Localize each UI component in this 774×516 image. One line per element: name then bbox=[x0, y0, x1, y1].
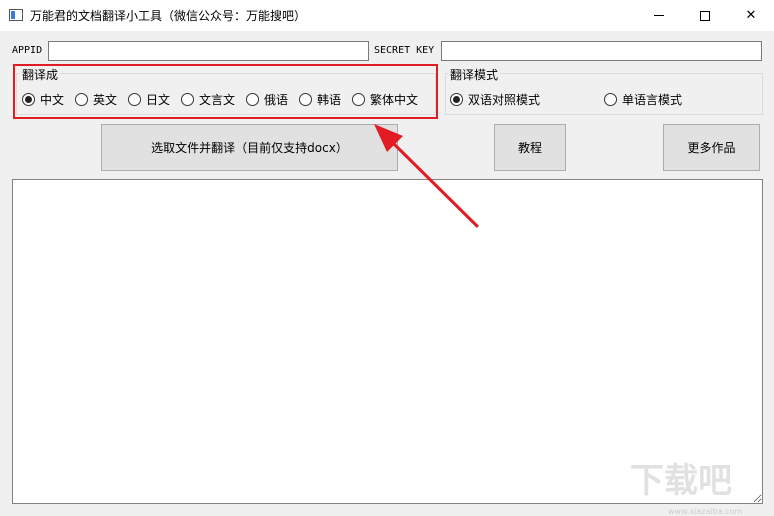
tutorial-button[interactable]: 教程 bbox=[494, 124, 566, 171]
radio-single-language-mode[interactable]: 单语言模式 bbox=[604, 91, 682, 108]
radio-label: 单语言模式 bbox=[622, 93, 683, 107]
watermark-url: www.xiazaiba.com bbox=[668, 507, 743, 516]
radio-label: 双语对照模式 bbox=[468, 93, 541, 107]
highlight-box bbox=[13, 64, 438, 119]
appid-input[interactable] bbox=[48, 41, 369, 61]
radio-bilingual-mode[interactable]: 双语对照模式 bbox=[450, 91, 540, 108]
radio-circle-selected bbox=[450, 93, 463, 106]
app-icon bbox=[9, 9, 23, 21]
watermark-logo: 下载吧 bbox=[630, 461, 732, 501]
client-area: APPID SECRET KEY 翻译成 中文 英文 日文 文言文 俄语 韩语 … bbox=[0, 31, 774, 516]
select-file-button[interactable]: 选取文件并翻译（目前仅支持docx） bbox=[101, 124, 398, 171]
close-button[interactable]: ✕ bbox=[728, 0, 774, 31]
translate-mode-title: 翻译模式 bbox=[448, 66, 501, 83]
secret-key-label: SECRET KEY bbox=[374, 45, 435, 56]
title-bar[interactable]: 万能君的文档翻译小工具（微信公众号：万能搜吧） ✕ bbox=[0, 0, 774, 31]
secret-key-input[interactable] bbox=[441, 41, 762, 61]
minimize-button[interactable] bbox=[636, 0, 682, 31]
window-title: 万能君的文档翻译小工具（微信公众号：万能搜吧） bbox=[30, 9, 307, 23]
maximize-icon bbox=[700, 10, 710, 21]
radio-circle bbox=[604, 93, 617, 106]
appid-label: APPID bbox=[12, 45, 43, 56]
minimize-icon bbox=[654, 15, 664, 16]
close-icon: ✕ bbox=[745, 8, 757, 23]
maximize-button[interactable] bbox=[682, 0, 728, 31]
more-works-button[interactable]: 更多作品 bbox=[663, 124, 760, 171]
